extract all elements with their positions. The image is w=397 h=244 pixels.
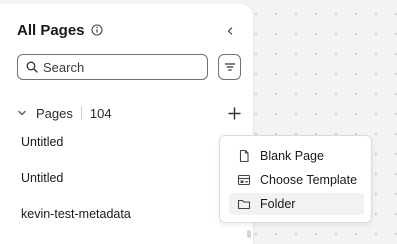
template-icon — [237, 173, 251, 187]
collapse-sidebar-button[interactable] — [222, 23, 238, 39]
sidebar-header: All Pages — [17, 20, 103, 40]
scrollbar[interactable] — [247, 230, 251, 238]
menu-item-blank-page[interactable]: Blank Page — [229, 145, 364, 167]
search-input[interactable] — [43, 59, 193, 75]
menu-item-label: Blank Page — [260, 149, 324, 163]
chevron-left-icon — [227, 27, 233, 35]
section-label: Pages — [36, 105, 73, 121]
page-count: 104 — [89, 105, 112, 121]
menu-item-choose-template[interactable]: Choose Template — [229, 169, 364, 191]
pages-sidebar: All Pages Pages 104 Untitled Untitled ke… — [0, 4, 253, 244]
new-item-menu: Blank Page Choose Template Folder — [219, 135, 372, 223]
page-icon — [237, 149, 251, 163]
chevron-down-icon[interactable] — [17, 108, 27, 118]
filter-button[interactable] — [218, 54, 241, 80]
filter-icon — [224, 63, 235, 71]
menu-item-label: Choose Template — [260, 173, 358, 187]
search-icon — [26, 61, 38, 73]
menu-item-folder[interactable]: Folder — [229, 193, 364, 215]
add-page-button[interactable] — [226, 105, 242, 121]
folder-icon — [237, 197, 251, 211]
search-field[interactable] — [17, 54, 208, 80]
menu-item-label: Folder — [260, 197, 296, 211]
page-title: All Pages — [17, 21, 85, 39]
pages-section-header[interactable]: Pages 104 — [17, 103, 242, 123]
info-icon[interactable] — [90, 24, 103, 36]
section-divider — [80, 106, 82, 120]
list-item[interactable]: Untitled — [21, 135, 63, 149]
list-item[interactable]: kevin-test-metadata — [21, 207, 131, 221]
list-item[interactable]: Untitled — [21, 171, 63, 185]
plus-icon — [227, 106, 241, 120]
